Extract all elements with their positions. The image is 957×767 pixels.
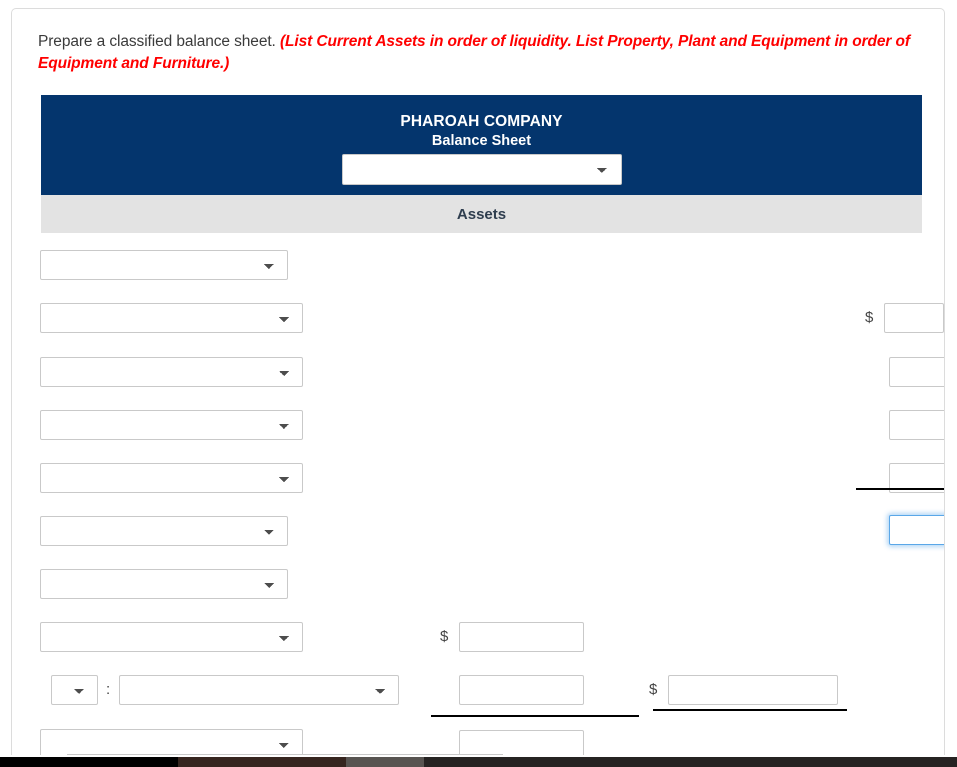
- row-5-label-select[interactable]: [40, 463, 303, 493]
- row-3-amount-input[interactable]: [889, 357, 944, 387]
- middle-column-subtotal-rule: [431, 715, 639, 717]
- statement-date-select[interactable]: [341, 154, 622, 185]
- dollar-sign: $: [649, 681, 658, 698]
- row-10-amount-input[interactable]: [459, 730, 584, 755]
- taskbar-segment-2[interactable]: [178, 757, 346, 767]
- row-10-amount-group: [459, 730, 584, 755]
- colon-separator: :: [106, 681, 111, 698]
- total-column-rule: [653, 709, 847, 711]
- company-name: PHAROAH COMPANY: [400, 113, 563, 130]
- bottom-partial-rule: [67, 754, 503, 755]
- row-2-amount-group: $: [865, 303, 944, 333]
- page-bottom-gap: [0, 748, 11, 757]
- row-9-total-input[interactable]: [668, 675, 839, 705]
- taskbar-segment-4[interactable]: [424, 757, 957, 767]
- assets-section-band: Assets: [41, 195, 922, 233]
- table-row: [40, 622, 303, 652]
- exercise-card: Prepare a classified balance sheet. (Lis…: [11, 8, 945, 755]
- table-row: :: [51, 675, 400, 705]
- dollar-sign: $: [865, 309, 874, 326]
- taskbar-segment-3[interactable]: [346, 757, 424, 767]
- row-8-amount-group: $: [440, 622, 585, 652]
- balance-sheet-exercise-page: Prepare a classified balance sheet. (Lis…: [0, 0, 957, 767]
- assets-section-label: Assets: [456, 205, 507, 223]
- table-row: [40, 303, 303, 333]
- table-row: [40, 410, 303, 440]
- instruction-prompt: Prepare a classified balance sheet.: [38, 33, 276, 50]
- date-select-wrapper: [41, 154, 922, 185]
- row-6-label-select[interactable]: [40, 516, 288, 546]
- table-row: [40, 569, 288, 599]
- taskbar-segment-1[interactable]: [0, 757, 178, 767]
- row-8-label-select[interactable]: [40, 622, 303, 652]
- table-row: [40, 516, 288, 546]
- row-6-amount-group: [889, 515, 944, 545]
- row-9-prefix-select[interactable]: [51, 675, 98, 705]
- os-taskbar[interactable]: [0, 757, 957, 767]
- statement-title: Balance Sheet: [431, 133, 532, 149]
- table-row: [40, 357, 303, 387]
- table-row: [40, 250, 288, 280]
- row-9-total-group: $: [649, 675, 839, 705]
- row-3-label-select[interactable]: [40, 357, 303, 387]
- row-9-amount-group: [459, 675, 584, 705]
- row-1-label-select[interactable]: [40, 250, 288, 280]
- row-4-amount-group: [889, 410, 944, 440]
- row-4-amount-input[interactable]: [889, 410, 944, 440]
- dollar-sign: $: [440, 628, 449, 645]
- right-column-subtotal-rule: [856, 488, 944, 490]
- row-10-label-select[interactable]: [40, 729, 303, 755]
- statement-header-band: PHAROAH COMPANY Balance Sheet: [41, 95, 922, 195]
- row-9-label-select[interactable]: [119, 675, 400, 705]
- row-8-amount-input[interactable]: [459, 622, 585, 652]
- row-6-amount-input[interactable]: [889, 515, 944, 545]
- table-row: [40, 463, 303, 493]
- row-9-amount-input[interactable]: [459, 675, 584, 705]
- instruction-text: Prepare a classified balance sheet. (Lis…: [38, 31, 918, 75]
- row-2-label-select[interactable]: [40, 303, 303, 333]
- row-2-amount-input[interactable]: [884, 303, 944, 333]
- table-row: [40, 729, 303, 755]
- row-3-amount-group: [889, 357, 944, 387]
- row-4-label-select[interactable]: [40, 410, 303, 440]
- row-7-label-select[interactable]: [40, 569, 288, 599]
